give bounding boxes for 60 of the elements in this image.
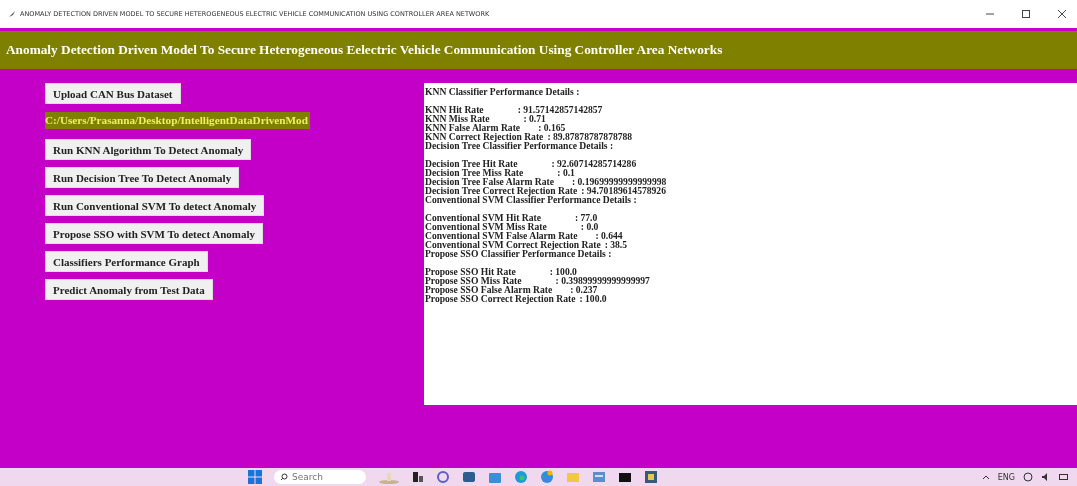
metric-value: : 0.1 [556, 168, 575, 177]
metric-label: Propose SSO Correct Rejection Rate [425, 294, 577, 303]
section-heading: Decision Tree Classifier Performance Details : [425, 141, 615, 150]
file-path-label: C:/Users/Prasanna/Desktop/IntelligentDataDrivenMod [45, 112, 310, 129]
metric-label: Propose SSO False Alarm Rate [425, 285, 553, 294]
action-button[interactable]: Run Conventional SVM To detect Anomaly [45, 195, 265, 216]
metric-label: KNN Correct Rejection Rate [425, 132, 545, 141]
battery-icon[interactable] [1059, 473, 1069, 481]
metric-value: : 94.70189614578926 [581, 186, 666, 195]
metric-label: Decision Tree Correct Rejection Rate [425, 186, 579, 195]
metric-value: : 92.60714285714286 [550, 159, 637, 168]
metric-label: Decision Tree False Alarm Rate [425, 177, 555, 186]
section-heading: Propose SSO Classifier Performance Details : [425, 249, 613, 258]
taskbar-search-box[interactable]: Search [274, 470, 366, 484]
action-button[interactable]: Predict Anomaly from Test Data [45, 279, 213, 300]
task-view-icon[interactable] [412, 471, 424, 483]
metric-value: : 0.165 [537, 123, 566, 132]
window-icon[interactable] [592, 470, 606, 484]
metric-label: Decision Tree Hit Rate [425, 159, 519, 168]
action-button[interactable]: Upload CAN Bus Dataset [45, 83, 181, 104]
metric-label: Conventional SVM False Alarm Rate [425, 231, 579, 240]
metric-value: : 0.71 [522, 114, 546, 123]
metric-label: Conventional SVM Correct Rejection Rate [425, 240, 602, 249]
metric-value: : 0.644 [594, 231, 623, 240]
metric-value: : 0.39899999999999997 [554, 276, 650, 285]
section-heading: Conventional SVM Classifier Performance Details : [425, 195, 638, 204]
feather-icon [8, 10, 16, 18]
taskbar-search-field[interactable]: Search [292, 472, 352, 482]
metric-value: : 0.0 [579, 222, 599, 231]
store-icon[interactable] [488, 470, 502, 484]
metric-value: : 0.19699999999999998 [570, 177, 667, 186]
close-icon[interactable] [1057, 9, 1067, 19]
app-heading: Anomaly Detection Driven Model To Secure Heterogeneous Eelectric Vehicle Communication Using Controller Area Networks [6, 42, 723, 58]
metric-value: : 91.57142857142857 [516, 105, 603, 114]
chevron-up-icon[interactable] [981, 474, 990, 480]
action-button[interactable]: Classifiers Performance Graph [45, 251, 208, 272]
metric-value: : 38.5 [604, 240, 628, 249]
windows-start-icon[interactable] [248, 470, 262, 484]
search-icon [280, 473, 288, 481]
metric-label: KNN Hit Rate [425, 105, 485, 114]
action-button[interactable]: Run Decision Tree To Detect Anomaly [45, 167, 240, 188]
metric-value: : 89.87878787878788 [547, 132, 633, 141]
metric-value: : 100.0 [579, 294, 607, 303]
metric-label: Conventional SVM Miss Rate [425, 222, 548, 231]
action-button[interactable]: Run KNN Algorithm To Detect Anomaly [45, 139, 252, 160]
metric-label: KNN Miss Rate [425, 114, 491, 123]
metric-value: : 77.0 [573, 213, 598, 222]
terminal-icon[interactable] [618, 470, 632, 484]
action-button[interactable]: Propose SSO with SVM To detect Anomaly [45, 223, 264, 244]
app-icon[interactable] [462, 470, 476, 484]
metric-label: Propose SSO Miss Rate [425, 276, 522, 285]
metric-label: Decision Tree Miss Rate [425, 168, 525, 177]
metric-label: Conventional SVM Hit Rate [425, 213, 542, 222]
metric-label: KNN False Alarm Rate [425, 123, 522, 132]
metric-value: : 0.237 [569, 285, 598, 294]
metric-value: : 100.0 [548, 267, 577, 276]
maximize-icon[interactable] [1021, 9, 1031, 19]
section-heading: KNN Classifier Performance Details : [425, 87, 581, 96]
metric-label: Propose SSO Hit Rate [425, 267, 516, 276]
language-indicator[interactable]: ENG [997, 472, 1015, 482]
